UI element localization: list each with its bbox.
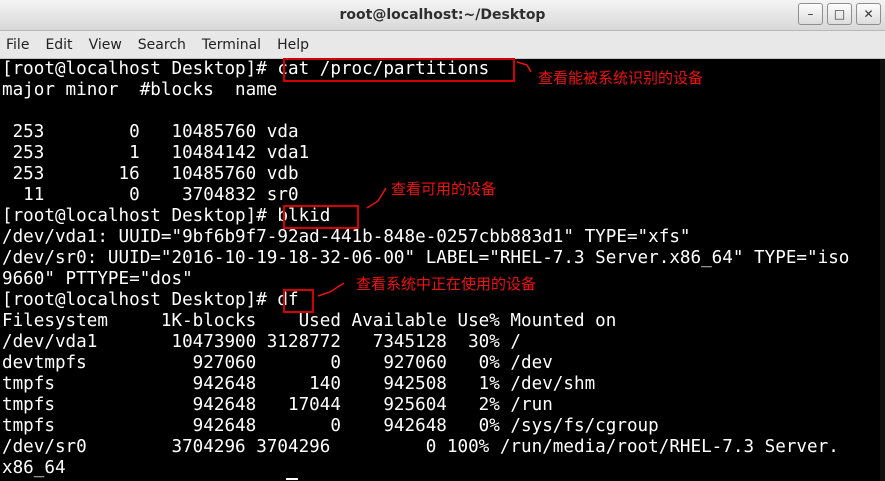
menu-file[interactable]: File [0, 37, 37, 53]
text-cursor [286, 478, 298, 480]
scrollbar[interactable] [880, 59, 885, 481]
window-title: root@localhost:~/Desktop [339, 7, 546, 23]
menu-bar: File Edit View Search Terminal Help [0, 31, 885, 59]
annotation-arrow [366, 187, 387, 209]
annotation-label: 查看能被系统识别的设备 [538, 69, 704, 87]
close-button[interactable]: ✕ [856, 3, 881, 25]
annotation-label: 查看可用的设备 [391, 180, 497, 198]
window-controls: – □ ✕ [794, 3, 881, 25]
menu-search[interactable]: Search [130, 37, 194, 53]
terminal-output[interactable]: [root@localhost Desktop]# cat /proc/part… [0, 58, 885, 481]
annotation-label: 查看系统中正在使用的设备 [356, 275, 537, 293]
menu-view[interactable]: View [81, 37, 130, 53]
menu-help[interactable]: Help [269, 37, 317, 53]
menu-edit[interactable]: Edit [37, 37, 80, 53]
minimize-button[interactable]: – [798, 3, 823, 25]
annotation-arrows [317, 61, 532, 297]
annotation-arrow [516, 61, 532, 73]
window-titlebar[interactable]: root@localhost:~/Desktop – □ ✕ [0, 0, 885, 31]
maximize-button[interactable]: □ [827, 3, 852, 25]
menu-terminal[interactable]: Terminal [194, 37, 269, 53]
annotation-arrow [317, 282, 345, 297]
